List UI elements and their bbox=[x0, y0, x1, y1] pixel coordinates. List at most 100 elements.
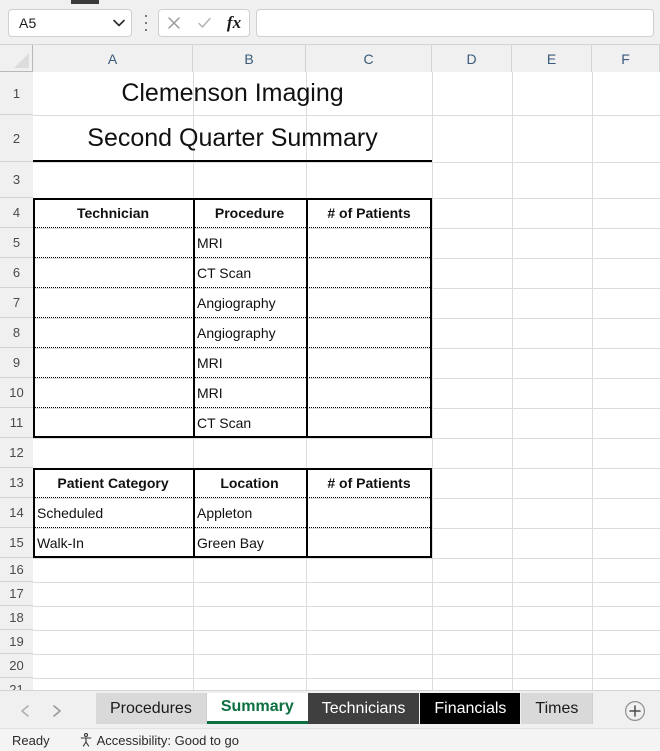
insert-function-button[interactable]: fx bbox=[219, 10, 249, 36]
cancel-x-icon[interactable] bbox=[159, 10, 189, 36]
formula-input[interactable] bbox=[256, 9, 654, 37]
row-header-8[interactable]: 8 bbox=[0, 318, 33, 348]
table1-procedure-cell[interactable]: MRI bbox=[193, 378, 306, 408]
table1-technician-cell[interactable] bbox=[33, 318, 193, 348]
sheet-tab-summary[interactable]: Summary bbox=[206, 693, 308, 724]
column-header-D[interactable]: D bbox=[432, 45, 512, 72]
title-line-2[interactable]: Second Quarter Summary bbox=[33, 115, 432, 162]
table1-procedure-cell[interactable]: MRI bbox=[193, 348, 306, 378]
table1-procedure-cell[interactable]: CT Scan bbox=[193, 258, 306, 288]
sheet-tab-financials[interactable]: Financials bbox=[420, 693, 522, 724]
confirm-check-icon[interactable] bbox=[189, 10, 219, 36]
table2-header-0[interactable]: Patient Category bbox=[33, 468, 193, 498]
row-header-label: 15 bbox=[9, 535, 24, 550]
row-header-20[interactable]: 20 bbox=[0, 654, 33, 678]
row-header-14[interactable]: 14 bbox=[0, 498, 33, 528]
formula-action-group: fx bbox=[158, 9, 250, 37]
row-header-2[interactable]: 2 bbox=[0, 115, 33, 162]
table2-divider-ab bbox=[193, 468, 195, 558]
column-header-C[interactable]: C bbox=[306, 45, 432, 72]
table1-procedure-cell[interactable]: CT Scan bbox=[193, 408, 306, 438]
row-header-13[interactable]: 13 bbox=[0, 468, 33, 498]
table1-patients-cell[interactable] bbox=[306, 318, 432, 348]
select-all-button[interactable] bbox=[0, 45, 33, 72]
table1-patients-cell[interactable] bbox=[306, 258, 432, 288]
table2-inner-border bbox=[33, 527, 432, 528]
table2-header-1[interactable]: Location bbox=[193, 468, 306, 498]
column-header-B[interactable]: B bbox=[193, 45, 306, 72]
table1-header-2[interactable]: # of Patients bbox=[306, 198, 432, 228]
table2-location-cell[interactable]: Appleton bbox=[193, 498, 306, 528]
kebab-menu-icon[interactable] bbox=[140, 12, 152, 34]
column-header-F[interactable]: F bbox=[592, 45, 660, 72]
table2-patients-cell[interactable] bbox=[306, 528, 432, 558]
table1-technician-cell[interactable] bbox=[33, 228, 193, 258]
sheet-tab-technicians[interactable]: Technicians bbox=[307, 693, 421, 724]
table1-header-1[interactable]: Procedure bbox=[193, 198, 306, 228]
nav-next-arrow-icon[interactable] bbox=[46, 701, 68, 721]
table1-patients-cell[interactable] bbox=[306, 408, 432, 438]
row-header-9[interactable]: 9 bbox=[0, 348, 33, 378]
name-box-resize-handle[interactable] bbox=[71, 0, 99, 4]
table2-category-cell[interactable]: Scheduled bbox=[33, 498, 193, 528]
table2-bottom-border bbox=[33, 556, 432, 558]
row-header-12[interactable]: 12 bbox=[0, 438, 33, 468]
table1-inner-border bbox=[33, 347, 432, 348]
title-line-1[interactable]: Clemenson Imaging bbox=[33, 72, 432, 115]
table1-technician-cell[interactable] bbox=[33, 408, 193, 438]
table1-patients-cell[interactable] bbox=[306, 378, 432, 408]
table1-technician-cell[interactable] bbox=[33, 258, 193, 288]
table1-procedure-cell[interactable]: Angiography bbox=[193, 288, 306, 318]
row-header-21[interactable]: 21 bbox=[0, 678, 33, 690]
row-header-15[interactable]: 15 bbox=[0, 528, 33, 558]
table1-procedure-cell[interactable]: MRI bbox=[193, 228, 306, 258]
row-header-label: 1 bbox=[12, 85, 21, 101]
table1-technician-cell[interactable] bbox=[33, 378, 193, 408]
table1-patients-cell[interactable] bbox=[306, 288, 432, 318]
chevron-down-icon[interactable] bbox=[107, 10, 131, 36]
nav-prev-arrow-icon[interactable] bbox=[14, 701, 36, 721]
add-sheet-plus-icon[interactable] bbox=[622, 698, 648, 724]
gridline-vertical bbox=[592, 72, 593, 690]
row-header-7[interactable]: 7 bbox=[0, 288, 33, 318]
cells-canvas[interactable]: Clemenson Imaging Second Quarter Summary T… bbox=[33, 72, 660, 690]
table1-header-0[interactable]: Technician bbox=[33, 198, 193, 228]
row-header-4[interactable]: 4 bbox=[0, 198, 33, 228]
row-header-19[interactable]: 19 bbox=[0, 630, 33, 654]
accessibility-status[interactable]: Accessibility: Good to go bbox=[78, 732, 239, 748]
row-header-5[interactable]: 5 bbox=[0, 228, 33, 258]
table2-category-cell[interactable]: Walk-In bbox=[33, 528, 193, 558]
gridline-horizontal bbox=[33, 162, 660, 163]
sheet-tab-times[interactable]: Times bbox=[521, 693, 594, 724]
table1-procedure-cell[interactable]: Angiography bbox=[193, 318, 306, 348]
row-header-6[interactable]: 6 bbox=[0, 258, 33, 288]
table2-inner-border bbox=[33, 497, 432, 498]
gridline-horizontal bbox=[33, 558, 660, 559]
table1-divider-bc bbox=[306, 198, 308, 438]
column-header-label: A bbox=[107, 50, 118, 67]
row-header-16[interactable]: 16 bbox=[0, 558, 33, 582]
row-header-17[interactable]: 17 bbox=[0, 582, 33, 606]
column-header-A[interactable]: A bbox=[33, 45, 193, 72]
gridline-vertical bbox=[432, 72, 433, 690]
table1-patients-cell[interactable] bbox=[306, 348, 432, 378]
column-header-E[interactable]: E bbox=[512, 45, 592, 72]
row-header-label: 12 bbox=[9, 445, 24, 460]
row-header-18[interactable]: 18 bbox=[0, 606, 33, 630]
table1-technician-cell[interactable] bbox=[33, 288, 193, 318]
sheet-tab-label: Procedures bbox=[110, 699, 192, 717]
row-header-3[interactable]: 3 bbox=[0, 162, 33, 198]
table1-technician-cell[interactable] bbox=[33, 348, 193, 378]
formula-bar: A5 fx bbox=[0, 0, 660, 45]
table1-patients-cell[interactable] bbox=[306, 228, 432, 258]
table1-bottom-border bbox=[33, 436, 432, 438]
sheet-tab-procedures[interactable]: Procedures bbox=[96, 693, 207, 724]
table2-location-cell[interactable]: Green Bay bbox=[193, 528, 306, 558]
name-box[interactable]: A5 bbox=[8, 9, 132, 37]
row-header-11[interactable]: 11 bbox=[0, 408, 33, 438]
table2-patients-cell[interactable] bbox=[306, 498, 432, 528]
row-header-1[interactable]: 1 bbox=[0, 72, 33, 115]
row-header-10[interactable]: 10 bbox=[0, 378, 33, 408]
table2-header-2[interactable]: # of Patients bbox=[306, 468, 432, 498]
row-header-label: 11 bbox=[9, 415, 24, 430]
